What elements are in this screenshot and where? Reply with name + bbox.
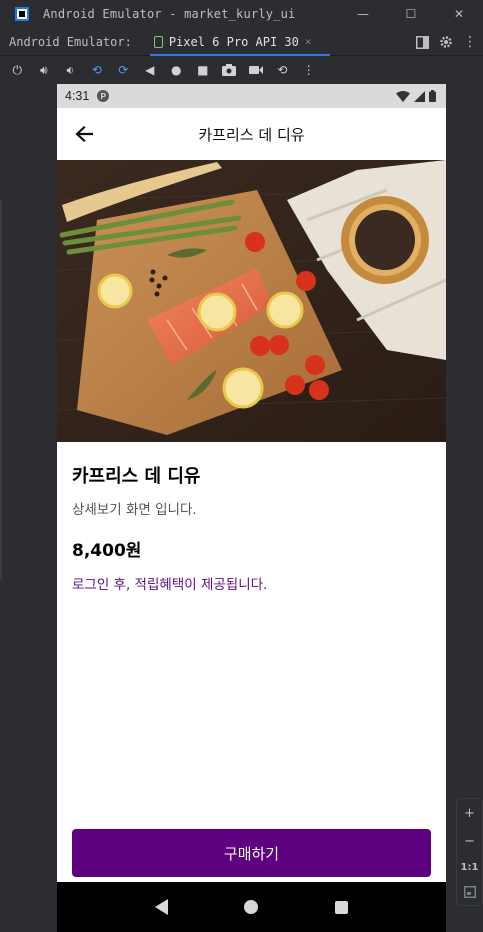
signal-icon	[414, 90, 425, 102]
window-title-bar: Android Emulator - market_kurly_ui — ☐ ✕	[0, 0, 483, 28]
product-name: 카프리스 데 디유	[72, 466, 201, 487]
more-icon[interactable]: ⋮	[296, 57, 323, 83]
more-options-icon[interactable]: ⋮	[463, 34, 477, 50]
camera-icon[interactable]	[243, 57, 270, 83]
minimize-button[interactable]: —	[339, 0, 387, 28]
close-tab-button[interactable]: ×	[305, 35, 312, 48]
zoom-out-button[interactable]: −	[464, 834, 475, 849]
login-benefit-note: 로그인 후, 적립혜택이 제공됩니다.	[72, 577, 268, 593]
zoom-panel: + − 1:1	[456, 798, 483, 906]
zoom-ratio-button[interactable]: 1:1	[461, 862, 479, 873]
product-price: 8,400원	[72, 541, 142, 561]
nav-back-icon[interactable]	[155, 899, 169, 915]
close-window-button[interactable]: ✕	[435, 0, 483, 28]
product-description: 상세보기 화면 입니다.	[72, 502, 197, 518]
device-phone-icon	[153, 35, 163, 48]
wifi-icon	[396, 90, 410, 102]
arrow-back-icon	[75, 126, 93, 142]
product-info: 카프리스 데 디유 상세보기 화면 입니다. 8,400원 로그인 후, 적립혜…	[57, 442, 446, 593]
rotate-left-icon[interactable]: ⟲	[84, 57, 111, 83]
device-tab[interactable]: Pixel 6 Pro API 30 ×	[149, 28, 330, 56]
emulator-toolbar: ⏻ 🔊︎ 🔉︎ ⟲ ⟳ ◀ ● ■ ⟲ ⋮	[0, 57, 483, 83]
zoom-in-button[interactable]: +	[464, 806, 475, 821]
parking-notification-icon: P	[97, 90, 110, 102]
phone-screen: 4:31 P 카프리스 데 디유 카프리스 데 디유 상세보기 화면 입니다. …	[57, 84, 446, 932]
nav-home-icon[interactable]	[244, 900, 259, 914]
overview-icon[interactable]: ■	[190, 57, 217, 83]
settings-gear-icon[interactable]	[439, 35, 453, 49]
status-icons	[396, 90, 436, 102]
battery-icon	[429, 90, 436, 102]
app-bar: 카프리스 데 디유	[57, 108, 446, 160]
status-bar: 4:31 P	[57, 84, 446, 108]
left-edge-divider	[0, 200, 2, 580]
back-icon[interactable]: ◀	[137, 57, 164, 83]
maximize-button[interactable]: ☐	[387, 0, 435, 28]
nav-recents-icon[interactable]	[334, 900, 348, 914]
window-controls: — ☐ ✕	[339, 0, 483, 28]
layout-toggle-icon[interactable]	[416, 35, 429, 49]
device-tab-label: Pixel 6 Pro API 30	[168, 34, 299, 49]
back-button[interactable]	[71, 121, 97, 147]
volume-down-icon[interactable]: 🔉︎	[57, 57, 84, 83]
volume-up-icon[interactable]: 🔊︎	[31, 57, 58, 83]
tab-tools: ⋮	[416, 28, 477, 56]
screenshot-icon[interactable]	[216, 57, 243, 83]
status-time: 4:31	[65, 89, 90, 103]
buy-button[interactable]: 구매하기	[72, 829, 431, 877]
snapshot-icon[interactable]: ⟲	[269, 57, 296, 83]
intellij-logo-icon	[15, 7, 29, 21]
home-icon[interactable]: ●	[163, 57, 190, 83]
rotate-right-icon[interactable]: ⟳	[110, 57, 137, 83]
window-title: Android Emulator - market_kurly_ui	[43, 7, 296, 21]
app-bar-title: 카프리스 데 디유	[198, 125, 305, 144]
fit-screen-icon[interactable]	[463, 886, 476, 899]
product-image	[57, 160, 446, 442]
android-nav-bar	[57, 882, 446, 932]
power-icon[interactable]: ⏻	[4, 57, 31, 83]
emulator-tab-bar: Android Emulator: Pixel 6 Pro API 30 × ⋮	[0, 28, 483, 56]
emulator-label: Android Emulator:	[9, 34, 132, 49]
